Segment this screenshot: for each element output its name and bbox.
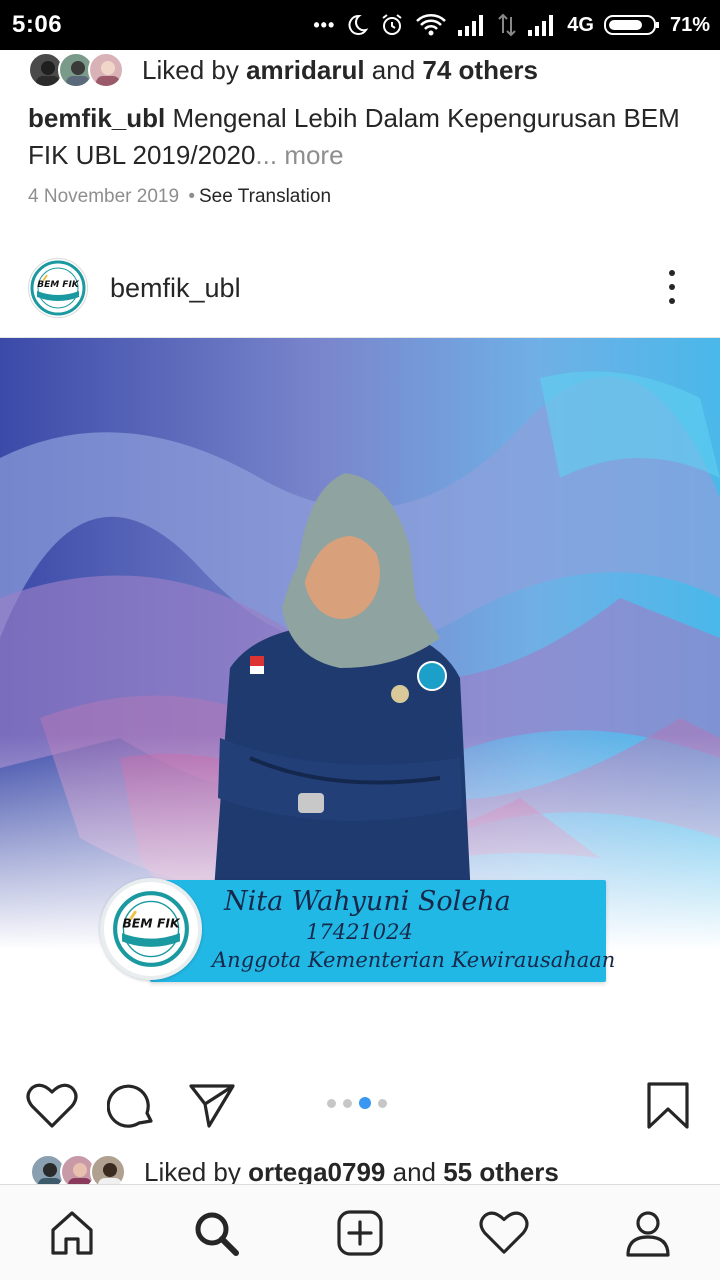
network-type: 4G	[567, 13, 594, 36]
member-role: Anggota Kementerian Kewirausahaan	[212, 948, 616, 972]
bem-fik-logo: BEM FIK	[113, 891, 189, 967]
name-card: BEM FIK Nita Wahyuni Soleha 17421024 Ang…	[100, 878, 615, 982]
wifi-icon	[415, 13, 447, 37]
search-icon	[195, 1212, 239, 1256]
send-icon	[189, 1084, 235, 1128]
comment-button[interactable]	[104, 1078, 160, 1134]
heart-icon	[26, 1083, 78, 1128]
bem-fik-badge: BEM FIK	[100, 878, 202, 980]
post-header: BEM FIK bemfik_ubl	[0, 240, 720, 336]
status-time: 5:06	[12, 11, 63, 38]
profile-icon	[626, 1211, 670, 1257]
member-id: 17421024	[306, 920, 413, 944]
dnd-moon-icon	[345, 13, 369, 37]
carousel-dot	[378, 1098, 387, 1108]
caption-ellipsis: ...	[255, 140, 278, 170]
notification-dots: •••	[313, 14, 336, 35]
likes-prefix: Liked by	[144, 1156, 249, 1187]
member-name: Nita Wahyuni Soleha	[224, 886, 511, 917]
bookmark-icon	[647, 1082, 689, 1129]
post-action-bar	[0, 1070, 720, 1140]
carousel-dot-active	[359, 1097, 371, 1109]
caption-more-link[interactable]: more	[277, 140, 343, 170]
post-image[interactable]: BEM FIK Nita Wahyuni Soleha 17421024 Ang…	[0, 338, 720, 1058]
see-translation-link[interactable]: See Translation	[199, 186, 331, 207]
bem-fik-logo: BEM FIK	[30, 260, 86, 316]
nav-profile-button[interactable]	[620, 1205, 676, 1261]
nav-activity-button[interactable]	[476, 1205, 532, 1261]
data-transfer-icon	[497, 13, 517, 37]
nav-search-button[interactable]	[188, 1205, 244, 1261]
post-caption: bemfik_ubl Mengenal Lebih Dalam Kepengur…	[28, 100, 688, 174]
like-button[interactable]	[24, 1078, 80, 1134]
post-date-row: 4 November 2019 • See Translation	[28, 186, 331, 208]
likes-and: and	[364, 54, 423, 85]
likes-summary[interactable]: Liked by ortega0799 and 55 others	[144, 1157, 559, 1188]
likes-and: and	[385, 1156, 444, 1187]
comment-icon	[107, 1084, 153, 1128]
signal-icon-2	[527, 14, 557, 36]
carousel-dot	[343, 1098, 352, 1108]
likes-summary[interactable]: Liked by amridarul and 74 others	[142, 55, 538, 86]
likes-row[interactable]: Liked by amridarul and 74 others	[28, 50, 538, 90]
nav-add-post-button[interactable]	[332, 1205, 388, 1261]
profile-avatar[interactable]: BEM FIK	[28, 258, 88, 318]
likes-count[interactable]: 55 others	[443, 1157, 559, 1187]
post-date: 4 November 2019	[28, 186, 180, 207]
activity-heart-icon	[479, 1211, 529, 1254]
home-icon	[51, 1211, 93, 1255]
likes-prefix: Liked by	[142, 54, 247, 85]
nav-home-button[interactable]	[44, 1205, 100, 1261]
likes-count[interactable]: 74 others	[422, 55, 538, 85]
share-button[interactable]	[184, 1078, 240, 1134]
avatar	[88, 52, 124, 88]
status-icons: ••• 4G 71%	[313, 12, 710, 38]
carousel-dot	[327, 1098, 336, 1108]
post-username[interactable]: bemfik_ubl	[110, 273, 241, 304]
liker-username[interactable]: amridarul	[246, 55, 365, 85]
battery-level: 71%	[669, 13, 710, 36]
add-post-icon	[337, 1210, 383, 1256]
battery-icon	[603, 13, 660, 37]
alarm-icon	[379, 12, 405, 38]
liker-username[interactable]: ortega0799	[248, 1157, 385, 1187]
caption-username[interactable]: bemfik_ubl	[28, 103, 165, 133]
bottom-navigation	[0, 1184, 720, 1280]
status-bar: 5:06 ••• 4G 71%	[0, 0, 720, 50]
carousel-indicator	[327, 1097, 387, 1109]
logo-text: BEM FIK	[37, 280, 80, 290]
liker-avatars	[28, 50, 128, 90]
date-separator: •	[188, 186, 195, 207]
more-vertical-icon[interactable]	[662, 270, 682, 304]
signal-icon	[457, 14, 487, 36]
save-button[interactable]	[640, 1078, 696, 1134]
